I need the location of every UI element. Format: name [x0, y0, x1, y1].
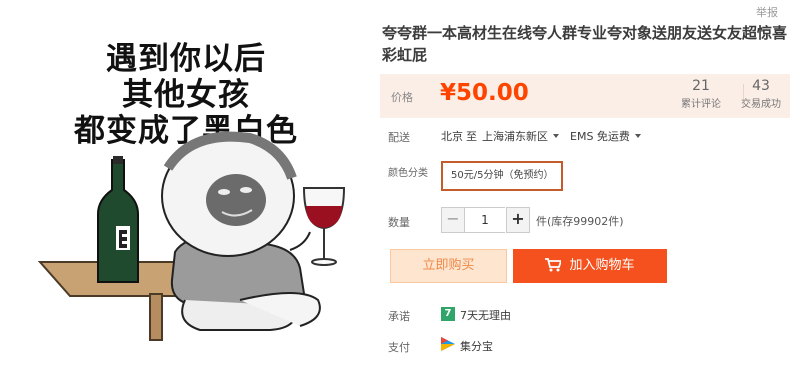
quantity-label: 数量	[388, 216, 410, 229]
price-box: 价格 ¥50.00 21 累计评论 43 交易成功	[380, 74, 790, 118]
wine-bottle-icon	[97, 159, 139, 283]
shipping-label: 配送	[388, 131, 410, 144]
sales-label: 交易成功	[741, 99, 781, 110]
promise-label: 承诺	[388, 310, 410, 323]
buy-now-button[interactable]: 立即购买	[390, 249, 507, 283]
chevron-down-icon	[634, 134, 641, 138]
stock-info: 件(库存99902件)	[536, 215, 624, 228]
ship-method: EMS 免运费	[570, 130, 630, 143]
jifenbao-icon	[441, 337, 455, 351]
ship-destination-select[interactable]: 上海浦东新区	[482, 128, 559, 144]
ship-to-word: 至	[466, 130, 477, 143]
payment-label: 支付	[388, 341, 410, 354]
cart-icon	[545, 258, 562, 272]
color-option-selected[interactable]: 50元/5分钟（免预约）	[441, 161, 564, 191]
add-to-cart-button[interactable]: 加入购物车	[513, 249, 667, 283]
product-image: 遇到你以后 其他女孩 都变成了黑白色	[0, 0, 372, 366]
sales-stat: 43 交易成功	[726, 78, 796, 110]
report-link[interactable]: 举报	[756, 4, 778, 20]
sales-count: 43	[752, 78, 770, 94]
meme-illustration	[37, 131, 346, 341]
ship-destination: 上海浦东新区	[482, 130, 548, 143]
promise-text[interactable]: 7天无理由	[460, 307, 511, 323]
color-label: 颜色分类	[388, 168, 428, 179]
quantity-increase-button[interactable]: +	[506, 207, 530, 233]
ship-from: 北京	[441, 130, 463, 143]
quantity-input[interactable]: 1	[465, 207, 505, 233]
seven-day-return-icon: 7	[441, 307, 455, 321]
payment-text[interactable]: 集分宝	[460, 338, 493, 354]
chevron-down-icon	[553, 134, 559, 138]
price-value: ¥50.00	[440, 80, 529, 106]
price-label: 价格	[391, 91, 413, 104]
ship-method-select[interactable]: EMS 免运费	[570, 128, 641, 144]
quantity-decrease-button[interactable]: −	[441, 207, 465, 233]
product-title: 夸夸群一本高材生在线夸人群专业夸对象送朋友送女友超惊喜彩虹屁	[382, 24, 788, 64]
add-to-cart-label: 加入购物车	[569, 258, 635, 273]
